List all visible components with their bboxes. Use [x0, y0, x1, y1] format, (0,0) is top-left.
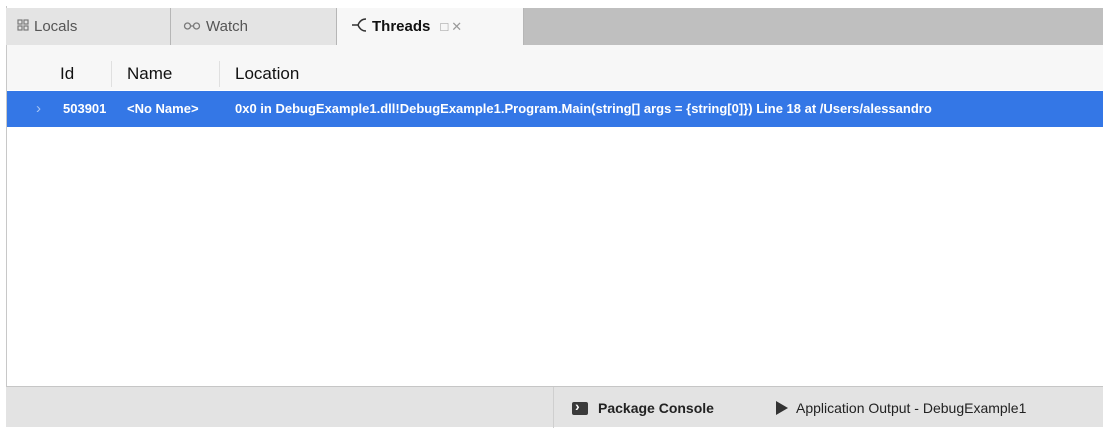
tab-locals[interactable]: Locals [6, 8, 171, 45]
thread-location: 0x0 in DebugExample1.dll!DebugExample1.P… [235, 101, 932, 116]
play-icon [776, 401, 788, 415]
threads-fork-icon [351, 17, 367, 36]
terminal-icon [572, 398, 588, 415]
column-divider [111, 61, 112, 87]
column-header-id[interactable]: Id [60, 64, 74, 84]
thread-name: <No Name> [127, 101, 199, 116]
tab-locals-label: Locals [34, 18, 78, 35]
tab-watch[interactable]: Watch [171, 8, 337, 45]
application-output-button[interactable]: Application Output - DebugExample1 [776, 399, 1026, 417]
maximize-icon[interactable]: □ [440, 19, 451, 34]
tab-watch-label: Watch [206, 18, 248, 35]
threads-column-header: Id Name Location [7, 45, 1103, 90]
close-icon[interactable]: ✕ [451, 19, 465, 34]
tab-controls: □✕ [440, 19, 465, 35]
column-header-location[interactable]: Location [235, 64, 299, 84]
tab-threads-label: Threads [372, 18, 431, 35]
thread-id: 503901 [63, 101, 107, 116]
application-output-label: Application Output - DebugExample1 [796, 400, 1027, 416]
column-header-name[interactable]: Name [127, 64, 172, 84]
chevron-right-icon[interactable]: › [36, 100, 41, 117]
bottom-pad-bar: Package Console Application Output - Deb… [6, 386, 1103, 428]
glasses-icon [183, 19, 201, 34]
locals-grid-icon [17, 19, 29, 34]
thread-row[interactable]: › 503901 <No Name> 0x0 in DebugExample1.… [7, 91, 1103, 127]
package-console-button[interactable]: Package Console [572, 398, 714, 417]
threads-list-empty-area [7, 127, 1103, 385]
column-divider [219, 61, 220, 87]
status-divider [553, 387, 554, 428]
tab-threads[interactable]: Threads □✕ [337, 8, 524, 45]
package-console-label: Package Console [598, 400, 714, 416]
